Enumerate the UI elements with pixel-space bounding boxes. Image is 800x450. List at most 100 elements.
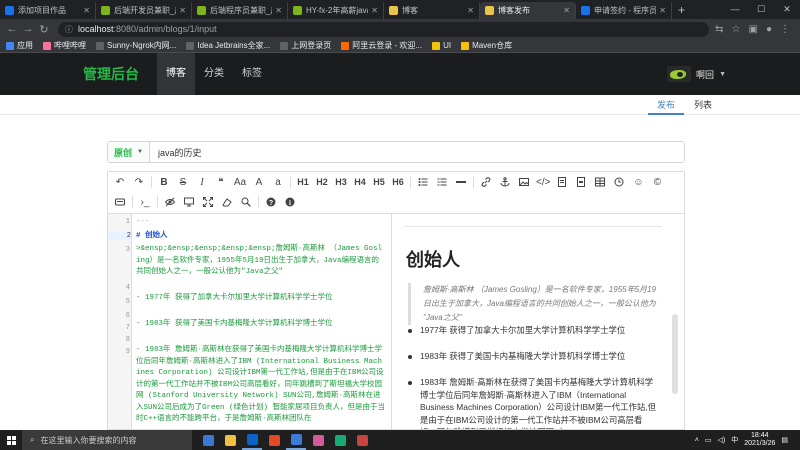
forward-icon[interactable]: → [20, 23, 36, 35]
network-icon[interactable]: ▭ [705, 436, 712, 444]
code-block-icon[interactable] [555, 174, 569, 190]
user-menu[interactable]: 啊回 ▼ [667, 53, 726, 95]
bookmark-item[interactable]: 上网登录页 [280, 40, 331, 51]
lowercase-icon[interactable]: a [271, 174, 285, 190]
menu-item-tag[interactable]: 标签 [233, 53, 271, 95]
browser-menu-icon[interactable]: ⋮ [780, 24, 790, 35]
first-uppercase-icon[interactable]: A [252, 174, 266, 190]
browser-tab[interactable]: 申请签约 - 程序员客栈✕ [576, 2, 672, 19]
ime-icon[interactable]: 中 [731, 435, 738, 445]
title-input[interactable] [150, 142, 684, 162]
datetime-icon[interactable] [612, 174, 626, 190]
clock[interactable]: 18:44 2021/3/26 [744, 432, 775, 448]
bookmark-item[interactable]: 阿里云登录 - 欢迎... [341, 40, 422, 51]
about-info-icon[interactable]: i [283, 194, 297, 210]
close-tab-icon[interactable]: ✕ [83, 6, 90, 15]
ordered-list-icon[interactable] [435, 174, 449, 190]
table-icon[interactable] [593, 174, 607, 190]
watch-toggle-icon[interactable] [163, 194, 177, 210]
bookmark-item[interactable]: Sunny-Ngrok内网... [96, 40, 176, 51]
start-button[interactable] [0, 430, 22, 450]
translate-icon[interactable]: ⇆ [715, 24, 723, 35]
close-tab-icon[interactable]: ✕ [467, 6, 474, 15]
browser-tab[interactable]: HY-fx-2年高薪java工✕ [288, 2, 384, 19]
bookmark-item[interactable]: UI [432, 41, 451, 50]
goto-line-icon[interactable]: ›_ [138, 194, 152, 210]
italic-icon[interactable]: I [195, 174, 209, 190]
code-pane[interactable]: 1 2 3 4 5 6 7 8 9 --- # 创始人 >&ensp;&ensp… [108, 214, 391, 429]
bookmark-item[interactable]: Maven仓库 [461, 40, 512, 51]
new-tab-button[interactable]: + [672, 2, 691, 19]
minimize-icon[interactable]: — [722, 0, 748, 19]
browser-tab[interactable]: 博客发布 ✕ [480, 2, 576, 19]
bold-icon[interactable]: B [157, 174, 171, 190]
h3-icon[interactable]: H3 [334, 174, 348, 190]
unordered-list-icon[interactable] [416, 174, 430, 190]
back-icon[interactable]: ← [4, 23, 20, 35]
taskbar-app-icon[interactable] [264, 430, 284, 450]
browser-tab[interactable]: 后端开发员兼职_后端✕ [96, 2, 192, 19]
close-tab-icon[interactable]: ✕ [275, 6, 282, 15]
taskbar-app-icon[interactable] [308, 430, 328, 450]
extensions-icon[interactable]: ▣ [749, 24, 758, 35]
code-icon[interactable]: </> [536, 174, 550, 190]
h5-icon[interactable]: H5 [372, 174, 386, 190]
clear-icon[interactable] [220, 194, 234, 210]
taskbar-app-icon[interactable] [198, 430, 218, 450]
horizontal-rule-icon[interactable] [454, 174, 468, 190]
strikethrough-icon[interactable]: S [176, 174, 190, 190]
h4-icon[interactable]: H4 [353, 174, 367, 190]
browser-tab[interactable]: 添加项目作品 ✕ [0, 2, 96, 19]
undo-icon[interactable]: ↶ [113, 174, 127, 190]
link-icon[interactable] [479, 174, 493, 190]
image-icon[interactable] [517, 174, 531, 190]
close-window-icon[interactable]: ✕ [774, 0, 800, 19]
tab-list[interactable]: 列表 [686, 95, 720, 115]
preview-scrollbar[interactable] [672, 314, 678, 394]
close-tab-icon[interactable]: ✕ [563, 6, 570, 15]
info-icon[interactable]: ⓘ [65, 24, 73, 35]
emoji-icon[interactable]: ☺ [631, 174, 645, 190]
flag-select[interactable]: 原创 ▼ [108, 142, 150, 162]
profile-icon[interactable]: ● [766, 24, 772, 35]
fullscreen-icon[interactable] [201, 194, 215, 210]
preview-pane[interactable]: 创始人 詹姆斯·高斯林 （James Gosling）是一名软件专家，1955年… [391, 214, 684, 429]
help-icon[interactable]: ? [264, 194, 278, 210]
maximize-icon[interactable]: ☐ [748, 0, 774, 19]
url-input[interactable]: ⓘ localhost :8080/admin/blogs/1/input [58, 21, 710, 37]
menu-item-category[interactable]: 分类 [195, 53, 233, 95]
taskbar-app-icon[interactable] [220, 430, 240, 450]
close-tab-icon[interactable]: ✕ [179, 6, 186, 15]
taskbar-app-icon[interactable] [286, 430, 306, 450]
menu-item-blog[interactable]: 博客 [157, 53, 195, 95]
bookmark-item[interactable]: 应用 [6, 40, 33, 51]
browser-tab[interactable]: 博客 ✕ [384, 2, 480, 19]
redo-icon[interactable]: ↷ [132, 174, 146, 190]
bookmark-item[interactable]: Idea Jetbrains全家... [186, 40, 270, 51]
search-icon[interactable] [239, 194, 253, 210]
close-tab-icon[interactable]: ✕ [371, 6, 378, 15]
tab-publish[interactable]: 发布 [648, 95, 684, 115]
pagebreak-icon[interactable] [113, 194, 127, 210]
reload-icon[interactable]: ↻ [36, 23, 52, 36]
preview-icon[interactable] [182, 194, 196, 210]
bookmark-star-icon[interactable]: ☆ [732, 24, 741, 35]
preformatted-icon[interactable] [574, 174, 588, 190]
h2-icon[interactable]: H2 [315, 174, 329, 190]
taskbar-search[interactable]: ⌕ 在这里输入你要搜索的内容 [22, 430, 192, 450]
bookmark-item[interactable]: 哔哩哔哩 [43, 40, 86, 51]
h1-icon[interactable]: H1 [296, 174, 310, 190]
volume-icon[interactable]: ◁) [718, 436, 726, 444]
close-tab-icon[interactable]: ✕ [659, 6, 666, 15]
html-entities-icon[interactable]: © [650, 174, 664, 190]
notification-icon[interactable]: ▤ [781, 436, 788, 444]
anchor-icon[interactable] [498, 174, 512, 190]
quote-icon[interactable]: ❝ [214, 174, 228, 190]
taskbar-app-icon[interactable] [352, 430, 372, 450]
uppercase-icon[interactable]: Aa [233, 174, 247, 190]
h6-icon[interactable]: H6 [391, 174, 405, 190]
taskbar-app-icon[interactable] [330, 430, 350, 450]
tray-arrow-icon[interactable]: ˄ [695, 437, 699, 444]
browser-tab[interactable]: 后端程序员兼职_后端✕ [192, 2, 288, 19]
taskbar-app-icon[interactable] [242, 430, 262, 450]
